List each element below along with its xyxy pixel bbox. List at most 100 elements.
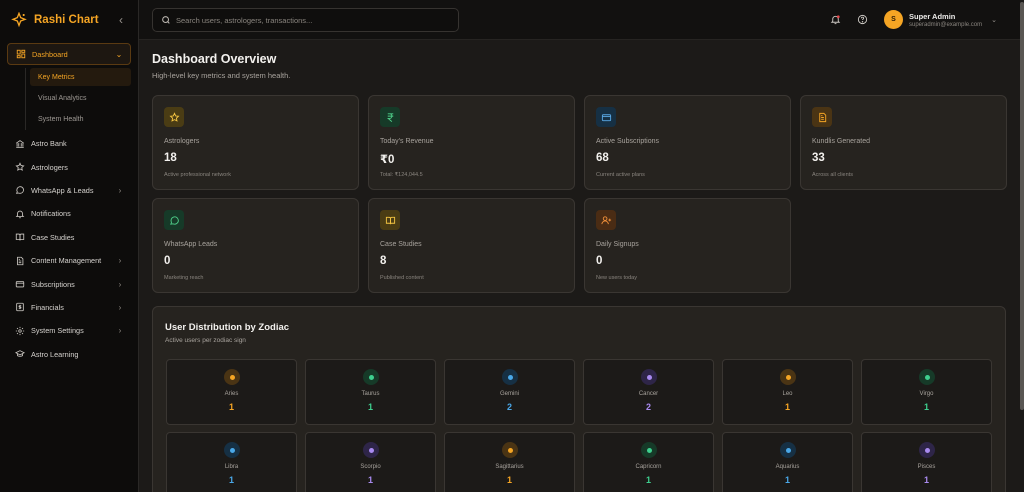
page-scrollbar[interactable] — [1020, 0, 1024, 492]
grid-icon — [15, 49, 26, 60]
card-icon — [14, 279, 25, 290]
book-icon — [380, 210, 400, 230]
zodiac-tile-scorpio: Scorpio 1 — [305, 432, 436, 492]
zodiac-dot-icon — [363, 369, 379, 385]
sidebar-item-case-studies[interactable]: Case Studies — [7, 226, 131, 249]
metric-label: Case Studies — [380, 241, 422, 248]
sidebar-item-astro-learning[interactable]: Astro Learning — [7, 343, 131, 366]
zodiac-count: 1 — [228, 475, 234, 485]
sidebar-item-content-management[interactable]: Content Management › — [7, 249, 131, 272]
star-icon — [14, 162, 25, 173]
metric-label: WhatsApp Leads — [164, 241, 218, 248]
star-icon — [164, 107, 184, 127]
sidebar-item-financials[interactable]: Financials › — [7, 296, 131, 319]
dashboard-submenu: Key Metrics Visual Analytics System Heal… — [25, 68, 131, 130]
chat-icon — [164, 210, 184, 230]
metric-note: Current active plans — [596, 172, 645, 178]
zodiac-count: 1 — [784, 475, 790, 485]
zodiac-name: Gemini — [499, 391, 519, 397]
metric-value: 0 — [596, 255, 603, 267]
zodiac-dot-icon — [224, 369, 240, 385]
zodiac-name: Capricorn — [635, 464, 662, 470]
zodiac-tile-sagittarius: Sagittarius 1 — [444, 432, 575, 492]
metric-label: Astrologers — [164, 138, 200, 145]
sidebar-item-astrologers[interactable]: Astrologers — [7, 155, 131, 178]
dollar-icon — [14, 302, 25, 313]
chevron-right-icon: › — [118, 185, 122, 195]
zodiac-title: User Distribution by Zodiac — [165, 322, 290, 333]
sidebar-subitem-visual-analytics[interactable]: Visual Analytics — [30, 88, 131, 109]
help-icon[interactable] — [856, 13, 869, 26]
sidebar-item-label: Astro Bank — [31, 139, 67, 149]
metric-value: 68 — [596, 152, 609, 164]
metric-note: Published content — [380, 275, 424, 281]
sidebar-nav: Dashboard ⌄ Key Metrics Visual Analytics… — [0, 40, 138, 369]
sidebar-item-label: Case Studies — [31, 232, 75, 242]
bell-icon — [14, 208, 25, 219]
sidebar-item-label: Astrologers — [31, 162, 68, 172]
sidebar-subitem-system-health[interactable]: System Health — [30, 109, 131, 130]
zodiac-count: 1 — [506, 475, 512, 485]
zodiac-count: 1 — [923, 402, 929, 412]
sidebar-item-whatsapp-leads[interactable]: WhatsApp & Leads › — [7, 179, 131, 202]
search-icon — [161, 15, 171, 25]
zodiac-tile-aquarius: Aquarius 1 — [722, 432, 853, 492]
zodiac-name: Virgo — [919, 391, 934, 397]
user-info: Super Admin superadmin@example.com — [909, 12, 982, 28]
sidebar-item-astro-bank[interactable]: Astro Bank — [7, 132, 131, 155]
book-icon — [14, 232, 25, 243]
zodiac-tile-leo: Leo 1 — [722, 359, 853, 425]
page-subtitle: High-level key metrics and system health… — [152, 71, 291, 80]
metric-label: Today's Revenue — [380, 138, 434, 145]
metric-label: Active Subscriptions — [596, 138, 660, 145]
sidebar-item-label: Content Management — [31, 256, 102, 266]
sidebar-item-dashboard[interactable]: Dashboard ⌄ — [7, 43, 131, 65]
sidebar-subitem-key-metrics[interactable]: Key Metrics — [30, 68, 131, 86]
metric-card-case-studies: Case Studies 8 Published content — [368, 198, 575, 293]
brand-name: Rashi Chart — [34, 14, 99, 26]
metric-card-active-subscriptions: Active Subscriptions 68 Current active pla… — [584, 95, 791, 190]
chat-icon — [14, 185, 25, 196]
sidebar-item-notifications[interactable]: Notifications — [7, 202, 131, 225]
scrollbar-thumb[interactable] — [1020, 2, 1024, 410]
user-plus-icon — [596, 210, 616, 230]
user-menu[interactable]: S Super Admin superadmin@example.com ⌄ — [884, 10, 997, 29]
metric-note: New users today — [596, 275, 637, 281]
metric-label: Daily Signups — [596, 241, 639, 248]
sparkle-logo-icon — [10, 11, 28, 29]
rupee-icon — [380, 107, 400, 127]
search-input[interactable] — [176, 15, 446, 25]
metric-card-today-s-revenue: Today's Revenue ₹0 Total: ₹124,044.5 — [368, 95, 575, 190]
chevron-right-icon: › — [118, 326, 122, 336]
user-name: Super Admin — [909, 11, 956, 21]
search-box[interactable] — [152, 8, 459, 32]
zodiac-name: Pisces — [917, 464, 936, 470]
metric-value: ₹0 — [380, 154, 395, 166]
chevron-right-icon: › — [118, 302, 122, 312]
zodiac-name: Cancer — [638, 391, 659, 397]
zodiac-count: 1 — [367, 402, 373, 412]
zodiac-name: Taurus — [361, 391, 380, 397]
metric-card-daily-signups: Daily Signups 0 New users today — [584, 198, 791, 293]
notification-bell-icon[interactable] — [829, 13, 842, 26]
metric-value: 33 — [812, 152, 825, 164]
sidebar-item-subscriptions[interactable]: Subscriptions › — [7, 272, 131, 295]
bank-icon — [14, 138, 25, 149]
sidebar-item-label: Astro Learning — [31, 349, 79, 359]
sidebar: Rashi Chart ‹ Dashboard ⌄ Key Metrics Vi… — [0, 0, 139, 492]
metric-card-kundlis-generated: Kundlis Generated 33 Across all clients — [800, 95, 1007, 190]
sidebar-item-system-settings[interactable]: System Settings › — [7, 319, 131, 342]
zodiac-tile-cancer: Cancer 2 — [583, 359, 714, 425]
sidebar-item-label: Dashboard — [32, 49, 68, 59]
zodiac-name: Aries — [224, 391, 239, 397]
zodiac-name: Leo — [782, 391, 793, 397]
metric-label: Kundlis Generated — [812, 138, 870, 145]
topbar: S Super Admin superadmin@example.com ⌄ — [139, 0, 1020, 40]
metric-note: Total: ₹124,044.5 — [380, 172, 423, 178]
zodiac-dot-icon — [502, 442, 518, 458]
collapse-sidebar-icon[interactable]: ‹ — [114, 13, 128, 27]
chevron-right-icon: › — [118, 279, 122, 289]
zodiac-dot-icon — [780, 442, 796, 458]
sidebar-item-label: System Settings — [31, 326, 84, 336]
zodiac-distribution-panel: User Distribution by Zodiac Active users… — [152, 306, 1006, 492]
